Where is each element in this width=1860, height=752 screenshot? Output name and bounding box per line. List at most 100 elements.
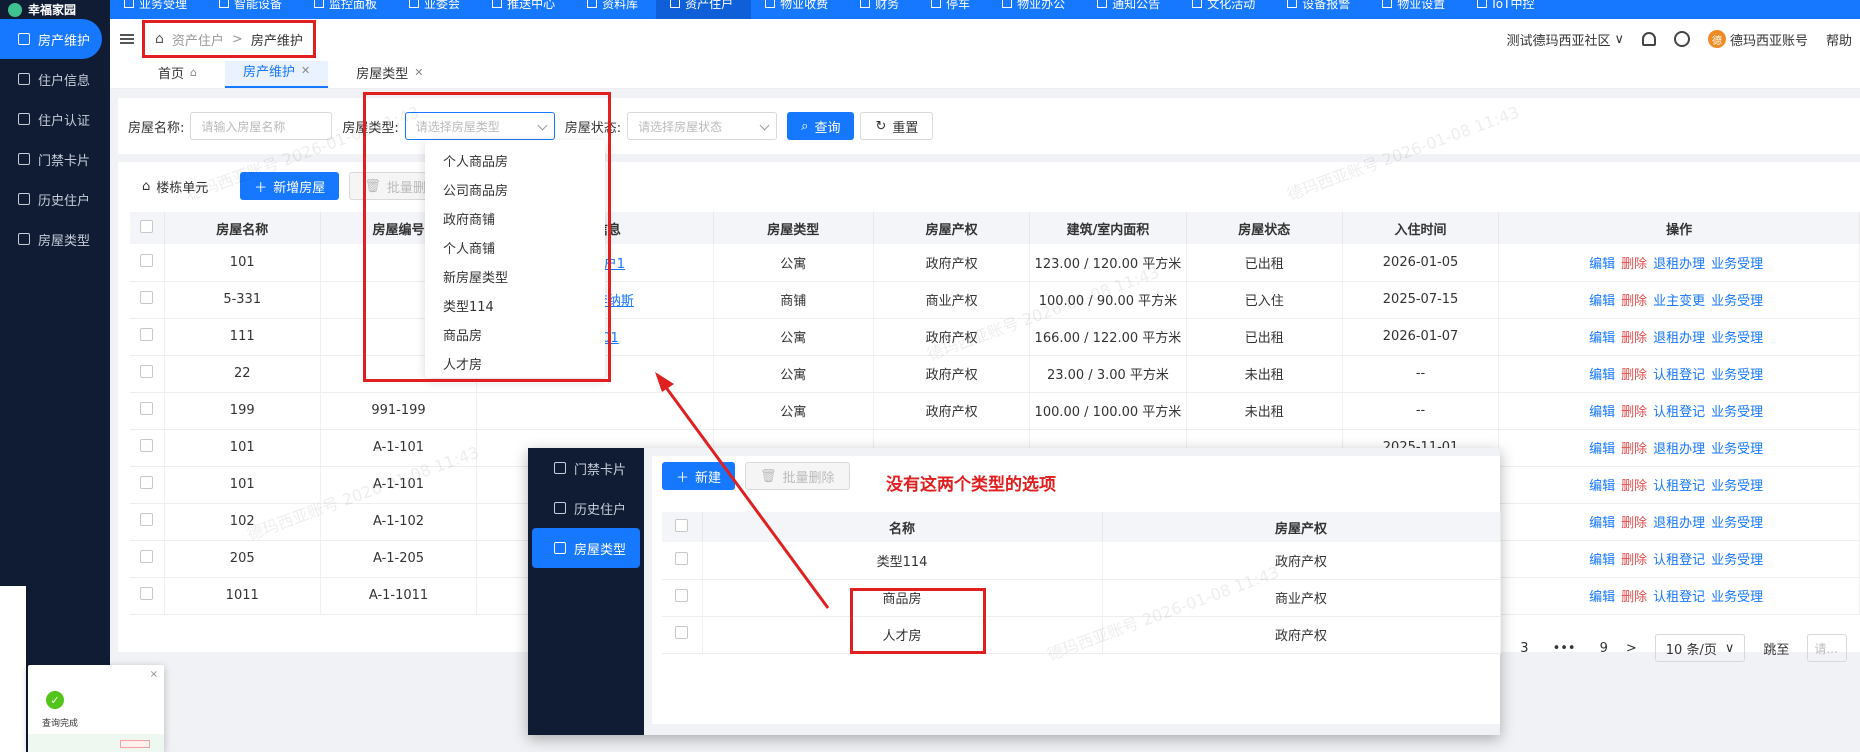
row-action-1[interactable]: 删除 xyxy=(1621,479,1647,494)
top-nav-item[interactable]: 停车 xyxy=(917,0,988,19)
row-action-0[interactable]: 编辑 xyxy=(1589,590,1615,605)
jump-input[interactable]: 请... xyxy=(1807,634,1848,662)
next-page-button[interactable]: > xyxy=(1626,641,1637,656)
top-nav-item[interactable]: 监控面板 xyxy=(300,0,395,19)
inset-batch-delete-button[interactable]: 🗑 批量删除 xyxy=(745,462,850,490)
sidebar-item[interactable]: 房屋类型 xyxy=(0,219,110,259)
top-nav-item[interactable]: 业委会 xyxy=(395,0,478,19)
community-selector[interactable]: 测试德玛西亚社区 ∨ xyxy=(1506,30,1624,49)
row-action-3[interactable]: 业务受理 xyxy=(1711,331,1763,346)
row-action-3[interactable]: 业务受理 xyxy=(1711,294,1763,309)
bell-icon[interactable] xyxy=(1641,32,1656,46)
row-action-3[interactable]: 业务受理 xyxy=(1711,257,1763,272)
row-action-0[interactable]: 编辑 xyxy=(1589,331,1615,346)
row-checkbox[interactable] xyxy=(140,439,154,452)
sidebar-item[interactable]: 住户信息 xyxy=(0,59,110,99)
row-checkbox[interactable] xyxy=(675,626,689,639)
sidebar-item[interactable]: 住户认证 xyxy=(0,99,110,139)
query-button[interactable]: ⌕ 查询 xyxy=(787,112,855,140)
row-action-2[interactable]: 认租登记 xyxy=(1653,368,1705,383)
row-action-2[interactable]: 业主变更 xyxy=(1653,294,1705,309)
gear-icon[interactable] xyxy=(1673,31,1690,47)
page-number[interactable]: 9 xyxy=(1600,641,1608,656)
row-action-1[interactable]: 删除 xyxy=(1621,257,1647,272)
top-nav-item[interactable]: 资料库 xyxy=(573,0,656,19)
page-number[interactable]: ••• xyxy=(1553,641,1576,656)
close-icon[interactable]: ✕ xyxy=(414,66,423,79)
top-nav-item[interactable]: IoT中控 xyxy=(1463,0,1552,19)
row-checkbox[interactable] xyxy=(140,476,154,489)
row-action-2[interactable]: 认租登记 xyxy=(1653,590,1705,605)
building-unit-toggle[interactable]: ⌂ 楼栋单元 xyxy=(142,177,208,196)
row-action-2[interactable]: 认租登记 xyxy=(1653,553,1705,568)
name-filter-input[interactable]: 请输入房屋名称 xyxy=(190,112,333,140)
row-action-1[interactable]: 删除 xyxy=(1621,442,1647,457)
account-menu[interactable]: 德 德玛西亚账号 xyxy=(1707,30,1808,49)
top-nav-item[interactable]: 文化活动 xyxy=(1178,0,1273,19)
row-action-3[interactable]: 业务受理 xyxy=(1711,442,1763,457)
top-nav-item[interactable]: 物业办公 xyxy=(988,0,1083,19)
row-action-2[interactable]: 退租办理 xyxy=(1653,331,1705,346)
row-action-0[interactable]: 编辑 xyxy=(1589,257,1615,272)
row-action-3[interactable]: 业务受理 xyxy=(1711,405,1763,420)
top-nav-item[interactable]: 设备报警 xyxy=(1273,0,1368,19)
row-action-3[interactable]: 业务受理 xyxy=(1711,553,1763,568)
top-nav-item[interactable]: 资产住户 xyxy=(656,0,752,19)
top-nav-item[interactable]: 智能设备 xyxy=(205,0,300,19)
page-size-select[interactable]: 10 条/页 ∨ xyxy=(1654,634,1746,662)
top-nav-item[interactable]: 物业设置 xyxy=(1368,0,1463,19)
row-checkbox[interactable] xyxy=(140,365,154,378)
row-action-1[interactable]: 删除 xyxy=(1621,294,1647,309)
sidebar-item[interactable]: 历史住户 xyxy=(0,179,110,219)
row-action-1[interactable]: 删除 xyxy=(1621,590,1647,605)
tab[interactable]: 房屋类型 ✕ xyxy=(338,63,441,88)
row-action-3[interactable]: 业务受理 xyxy=(1711,368,1763,383)
home-icon[interactable]: ⌂ xyxy=(155,31,164,47)
sidebar-item[interactable]: 房产维护 xyxy=(0,19,102,59)
row-action-3[interactable]: 业务受理 xyxy=(1711,516,1763,531)
row-action-0[interactable]: 编辑 xyxy=(1589,516,1615,531)
row-action-3[interactable]: 业务受理 xyxy=(1711,479,1763,494)
row-action-0[interactable]: 编辑 xyxy=(1589,405,1615,420)
row-action-0[interactable]: 编辑 xyxy=(1589,479,1615,494)
select-all-checkbox[interactable] xyxy=(675,518,689,532)
row-checkbox[interactable] xyxy=(675,551,689,565)
row-action-0[interactable]: 编辑 xyxy=(1589,553,1615,568)
inset-sidebar-item[interactable]: 房屋类型 xyxy=(532,528,640,568)
row-action-2[interactable]: 退租办理 xyxy=(1653,442,1705,457)
row-checkbox[interactable] xyxy=(140,253,154,267)
close-icon[interactable]: × xyxy=(150,669,158,680)
top-nav-item[interactable]: 财务 xyxy=(846,0,917,19)
row-checkbox[interactable] xyxy=(140,550,154,563)
select-all-checkbox[interactable] xyxy=(140,219,154,233)
page-number[interactable]: 3 xyxy=(1520,641,1528,656)
top-nav-item[interactable]: 通知公告 xyxy=(1083,0,1178,19)
inset-sidebar-item[interactable]: 门禁卡片 xyxy=(528,448,644,488)
sidebar-item[interactable]: 门禁卡片 xyxy=(0,139,110,179)
inset-new-button[interactable]: ＋ 新建 xyxy=(662,462,736,490)
row-checkbox[interactable] xyxy=(140,291,154,304)
row-checkbox[interactable] xyxy=(140,587,154,600)
status-filter-select[interactable]: 请选择房屋状态 xyxy=(627,112,778,140)
row-checkbox[interactable] xyxy=(140,513,154,526)
row-action-2[interactable]: 退租办理 xyxy=(1653,516,1705,531)
top-nav-item[interactable]: 推送中心 xyxy=(478,0,573,19)
row-action-2[interactable]: 退租办理 xyxy=(1653,257,1705,272)
row-action-0[interactable]: 编辑 xyxy=(1589,442,1615,457)
row-action-1[interactable]: 删除 xyxy=(1621,516,1647,531)
add-house-button[interactable]: ＋ 新增房屋 xyxy=(240,172,340,200)
help-link[interactable]: 帮助 xyxy=(1826,30,1852,49)
row-action-1[interactable]: 删除 xyxy=(1621,368,1647,383)
reset-button[interactable]: ↻ 重置 xyxy=(860,112,934,140)
tab[interactable]: 房产维护 ✕ xyxy=(225,61,329,88)
row-checkbox[interactable] xyxy=(675,589,689,602)
top-nav-item[interactable]: 业务受理 xyxy=(110,0,205,19)
row-checkbox[interactable] xyxy=(140,402,154,415)
row-action-0[interactable]: 编辑 xyxy=(1589,294,1615,309)
close-icon[interactable]: ✕ xyxy=(301,64,310,77)
row-action-1[interactable]: 删除 xyxy=(1621,405,1647,420)
breadcrumb-parent[interactable]: 资产住户 xyxy=(172,30,224,49)
row-action-3[interactable]: 业务受理 xyxy=(1711,590,1763,605)
row-action-1[interactable]: 删除 xyxy=(1621,331,1647,346)
row-action-2[interactable]: 认租登记 xyxy=(1653,479,1705,494)
